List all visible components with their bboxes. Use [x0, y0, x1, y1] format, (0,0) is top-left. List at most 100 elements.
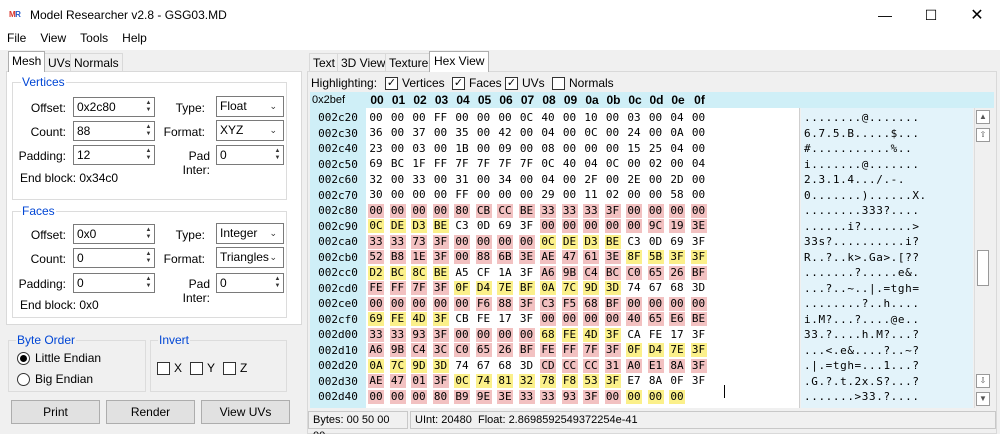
- hex-byte[interactable]: 00: [626, 389, 642, 404]
- scroll-down-icon[interactable]: ▼: [976, 392, 990, 406]
- vertices-padinter-stepper[interactable]: ▲ ▼: [272, 146, 283, 164]
- hex-byte[interactable]: FF: [561, 343, 578, 357]
- hex-byte[interactable]: 3F: [583, 389, 599, 404]
- vertices-padding-stepper[interactable]: ▲ ▼: [143, 146, 154, 164]
- hex-byte[interactable]: 00: [518, 327, 535, 342]
- hex-byte[interactable]: 00: [691, 188, 707, 202]
- hex-byte[interactable]: 3F: [691, 328, 707, 342]
- hex-byte[interactable]: 26: [669, 265, 685, 280]
- hex-byte[interactable]: 00: [497, 234, 513, 249]
- hex-byte[interactable]: CC: [561, 358, 578, 373]
- hex-byte[interactable]: 8A: [648, 374, 664, 388]
- hex-byte[interactable]: 33: [561, 203, 578, 218]
- vertices-offset-stepper[interactable]: ▲ ▼: [143, 98, 154, 116]
- hex-byte[interactable]: 10: [583, 111, 599, 125]
- hex-byte[interactable]: 7F: [454, 157, 470, 171]
- hex-byte[interactable]: BC: [390, 157, 406, 171]
- hex-byte[interactable]: 69: [368, 312, 384, 326]
- invert-y-checkbox[interactable]: [190, 362, 203, 375]
- hex-byte[interactable]: 3F: [432, 374, 449, 388]
- faces-format-select[interactable]: Triangles ⌄: [216, 247, 284, 268]
- hex-byte[interactable]: 00: [497, 111, 513, 125]
- hex-byte[interactable]: 0C: [540, 234, 556, 249]
- hex-byte[interactable]: 00: [432, 296, 449, 311]
- faces-padinter-stepper[interactable]: ▲ ▼: [272, 274, 283, 292]
- hex-byte[interactable]: 33: [540, 203, 556, 218]
- hex-byte[interactable]: 0D: [476, 219, 492, 233]
- hex-byte[interactable]: 00: [626, 203, 642, 218]
- hex-byte[interactable]: 00: [519, 188, 535, 202]
- hex-byte[interactable]: 00: [669, 157, 685, 171]
- hex-byte[interactable]: 52: [368, 250, 384, 264]
- hex-byte[interactable]: 42: [497, 126, 513, 140]
- scroll-page-down-icon[interactable]: ⇩: [976, 374, 990, 388]
- hex-byte[interactable]: 40: [540, 111, 556, 125]
- hex-byte[interactable]: 04: [669, 142, 685, 156]
- hex-byte[interactable]: 33: [389, 234, 406, 249]
- hex-byte[interactable]: 69: [497, 219, 513, 233]
- hex-byte[interactable]: 8A: [669, 358, 685, 373]
- hex-byte[interactable]: DE: [561, 234, 578, 249]
- hex-byte[interactable]: 3F: [432, 281, 449, 295]
- hex-byte[interactable]: FF: [433, 111, 449, 125]
- hex-byte[interactable]: 47: [561, 250, 578, 264]
- hex-byte[interactable]: 0D: [648, 235, 664, 249]
- hex-byte[interactable]: 03: [626, 111, 642, 125]
- hex-byte[interactable]: C3: [626, 235, 642, 249]
- hex-byte[interactable]: 00: [368, 203, 384, 218]
- hex-byte[interactable]: 00: [433, 142, 449, 156]
- hex-byte[interactable]: 40: [626, 312, 642, 326]
- hex-byte[interactable]: 3F: [604, 203, 621, 218]
- hex-byte[interactable]: 0F: [626, 343, 642, 357]
- vertices-format-select[interactable]: XYZ ⌄: [216, 120, 284, 141]
- hex-byte[interactable]: 3E: [604, 250, 621, 264]
- hex-byte[interactable]: C4: [411, 343, 427, 357]
- hex-byte[interactable]: 00: [561, 219, 578, 233]
- close-button[interactable]: ✕: [954, 0, 1000, 30]
- hex-byte[interactable]: C4: [583, 265, 599, 280]
- hex-byte[interactable]: AE: [540, 250, 556, 264]
- hex-byte[interactable]: 3F: [691, 374, 707, 388]
- hex-byte[interactable]: 3D: [432, 358, 449, 373]
- hex-byte[interactable]: 34: [497, 173, 513, 187]
- hex-byte[interactable]: CB: [454, 312, 470, 326]
- hex-byte[interactable]: E1: [647, 358, 664, 373]
- hex-byte[interactable]: BC: [389, 265, 406, 280]
- menu-help[interactable]: Help: [115, 30, 154, 50]
- hex-byte[interactable]: 00: [648, 126, 664, 140]
- hex-byte[interactable]: 00: [518, 234, 535, 249]
- hex-byte[interactable]: BF: [518, 343, 535, 357]
- hex-byte[interactable]: 3F: [432, 327, 449, 342]
- hex-byte[interactable]: 80: [454, 203, 470, 218]
- hex-byte[interactable]: B9: [454, 389, 470, 404]
- hex-byte[interactable]: 17: [669, 328, 685, 342]
- hex-byte[interactable]: 4D: [583, 327, 599, 342]
- hex-byte[interactable]: BE: [518, 203, 535, 218]
- hex-byte[interactable]: 7F: [497, 157, 513, 171]
- hex-byte[interactable]: FE: [561, 327, 578, 342]
- maximize-button[interactable]: ☐: [908, 0, 954, 30]
- faces-type-select[interactable]: Integer ⌄: [216, 223, 284, 244]
- hex-byte[interactable]: BE: [432, 265, 449, 280]
- faces-padding-stepper[interactable]: ▲ ▼: [143, 274, 154, 292]
- minimize-button[interactable]: —: [862, 0, 908, 30]
- hex-byte[interactable]: 00: [605, 173, 621, 187]
- hex-byte[interactable]: E6: [669, 312, 685, 326]
- hex-byte[interactable]: BE: [604, 234, 621, 249]
- hex-byte[interactable]: 65: [647, 265, 664, 280]
- hex-byte[interactable]: 00: [476, 173, 492, 187]
- hex-byte[interactable]: 1A: [497, 266, 513, 280]
- hex-byte[interactable]: 69: [368, 157, 384, 171]
- hex-byte[interactable]: 1B: [454, 142, 470, 156]
- highlight-vertices-checkbox[interactable]: ✓: [385, 77, 398, 90]
- hex-byte[interactable]: 00: [433, 173, 449, 187]
- hex-byte[interactable]: 37: [411, 126, 427, 140]
- hex-byte[interactable]: 04: [583, 157, 599, 171]
- hex-byte[interactable]: 00: [540, 312, 556, 326]
- hex-byte[interactable]: BF: [690, 265, 707, 280]
- hex-byte[interactable]: 00: [605, 142, 621, 156]
- hex-byte[interactable]: 1E: [411, 250, 427, 264]
- hex-byte[interactable]: 3E: [518, 250, 535, 264]
- hex-byte[interactable]: 2F: [583, 173, 599, 187]
- hex-byte[interactable]: FF: [454, 188, 470, 202]
